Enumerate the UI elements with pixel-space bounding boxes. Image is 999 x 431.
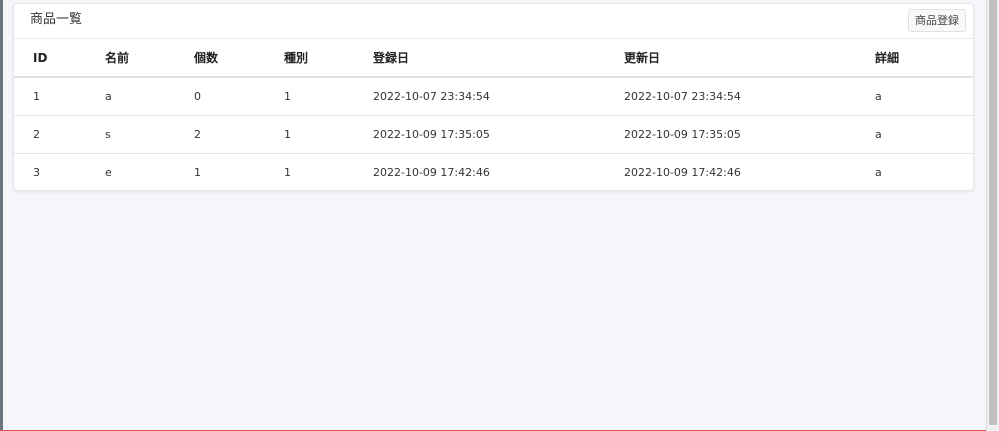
cell-updated: 2022-10-07 23:34:54 bbox=[605, 77, 856, 116]
cell-type: 1 bbox=[265, 115, 354, 154]
table-row: 1 a 0 1 2022-10-07 23:34:54 2022-10-07 2… bbox=[14, 77, 973, 116]
table-row: 3 e 1 1 2022-10-09 17:42:46 2022-10-09 1… bbox=[14, 153, 973, 190]
cell-type: 1 bbox=[284, 165, 291, 179]
cell-quantity: 2 bbox=[175, 115, 265, 154]
cell-quantity: 0 bbox=[175, 77, 265, 116]
table-head: ID 名前 個数 種別 登録日 更新日 詳細 bbox=[14, 39, 973, 78]
scrollbar-thumb[interactable] bbox=[989, 0, 997, 425]
cell-created: 2022-10-07 23:34:54 bbox=[354, 77, 605, 116]
column-header-type: 種別 bbox=[265, 39, 354, 78]
cell-detail: a bbox=[875, 165, 882, 179]
column-header-updated: 更新日 bbox=[605, 39, 856, 78]
cell-updated: 2022-10-09 17:35:05 bbox=[605, 115, 856, 154]
cell-id: 3 bbox=[33, 165, 40, 179]
cell-id: 1 bbox=[14, 77, 86, 116]
vertical-scrollbar[interactable] bbox=[986, 0, 999, 431]
left-rail bbox=[0, 0, 3, 431]
cell-created: 2022-10-09 17:35:05 bbox=[354, 115, 605, 154]
column-header-name: 名前 bbox=[86, 39, 175, 78]
cell-name: s bbox=[86, 115, 175, 154]
cell-quantity: 1 bbox=[194, 165, 201, 179]
table-header-row: ID 名前 個数 種別 登録日 更新日 詳細 bbox=[14, 39, 973, 78]
column-header-quantity: 個数 bbox=[175, 39, 265, 78]
cell-id: 2 bbox=[14, 115, 86, 154]
cell-name: e bbox=[105, 165, 112, 179]
register-product-button[interactable]: 商品登録 bbox=[908, 9, 966, 32]
product-list-card: 商品一覧 商品登録 ID 名前 個数 種別 登録日 更新日 詳細 1 a 0 1… bbox=[13, 3, 974, 191]
cell-updated: 2022-10-09 17:42:46 bbox=[624, 165, 741, 179]
card-header: 商品一覧 商品登録 bbox=[14, 4, 973, 39]
cell-detail: a bbox=[856, 115, 973, 154]
cell-name: a bbox=[86, 77, 175, 116]
table-body: 1 a 0 1 2022-10-07 23:34:54 2022-10-07 2… bbox=[14, 77, 973, 190]
page-title: 商品一覧 bbox=[30, 12, 83, 27]
table-row: 2 s 2 1 2022-10-09 17:35:05 2022-10-09 1… bbox=[14, 115, 973, 154]
cell-created: 2022-10-09 17:42:46 bbox=[373, 165, 490, 179]
product-table: ID 名前 個数 種別 登録日 更新日 詳細 1 a 0 1 2022-10-0… bbox=[14, 39, 973, 190]
column-header-detail: 詳細 bbox=[856, 39, 973, 78]
cell-type: 1 bbox=[265, 77, 354, 116]
column-header-id: ID bbox=[14, 39, 86, 78]
cell-detail: a bbox=[856, 77, 973, 116]
column-header-created: 登録日 bbox=[354, 39, 605, 78]
